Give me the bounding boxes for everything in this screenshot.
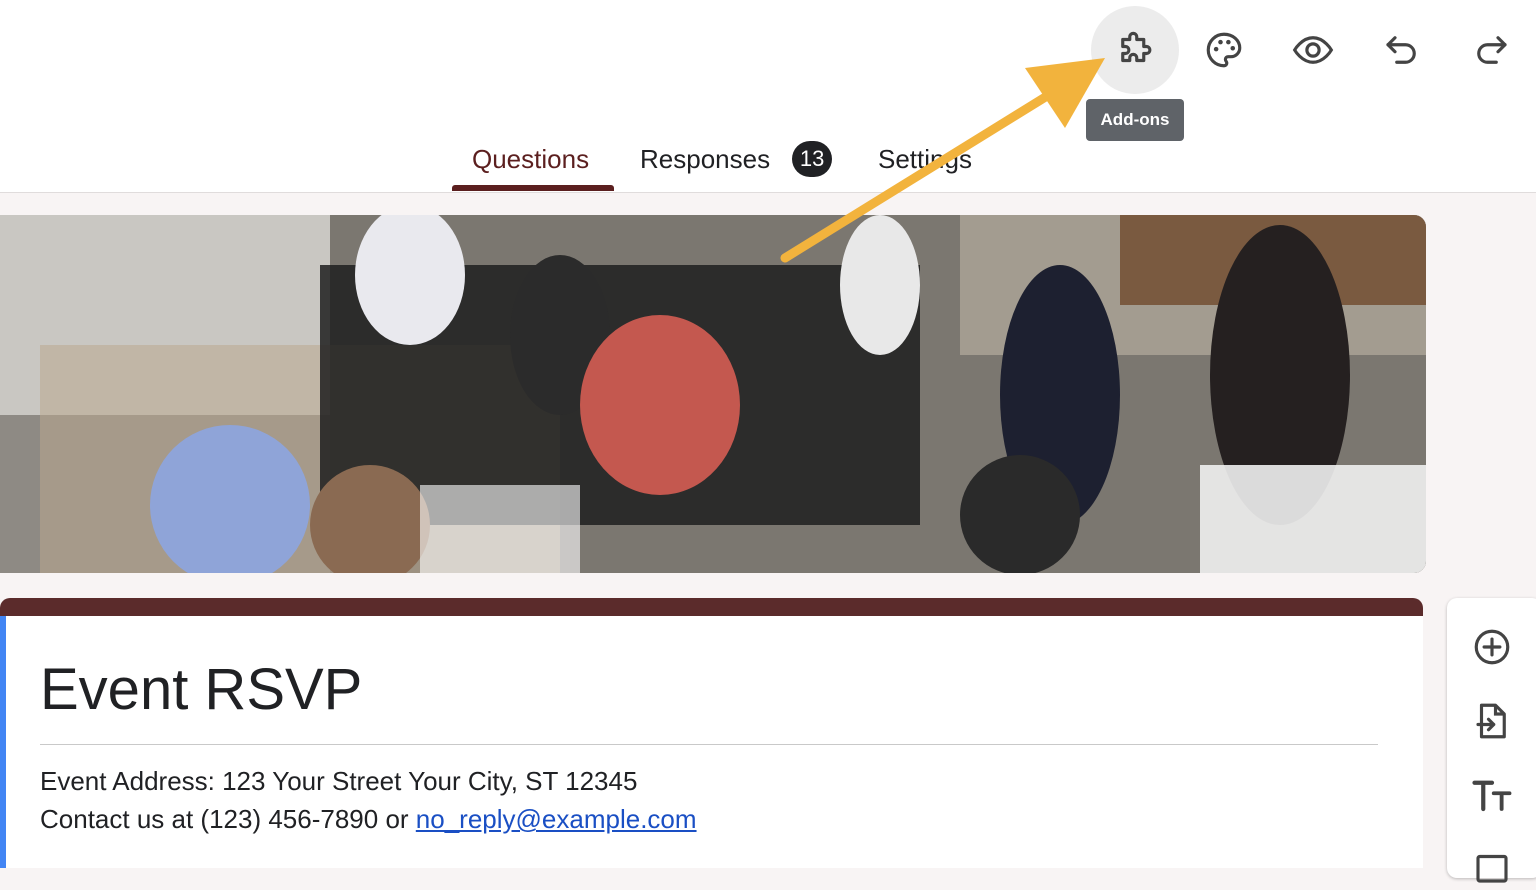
palette-icon xyxy=(1206,32,1242,68)
tab-responses[interactable]: Responses 13 xyxy=(640,128,833,190)
addons-button[interactable] xyxy=(1091,6,1179,94)
import-questions-icon xyxy=(1476,703,1506,739)
add-question-button[interactable] xyxy=(1469,624,1515,670)
form-title[interactable]: Event RSVP xyxy=(40,656,362,723)
tab-settings-label: Settings xyxy=(878,143,972,174)
form-tabs: Questions Responses 13 Settings xyxy=(0,128,1536,192)
addons-tooltip: Add-ons xyxy=(1086,99,1184,141)
email-link[interactable]: no_reply@example.com xyxy=(416,804,697,834)
top-bar: Questions Responses 13 Settings xyxy=(0,0,1536,193)
header-image xyxy=(0,215,1426,573)
form-description-line2[interactable]: Contact us at (123) 456-7890 or no_reply… xyxy=(40,804,697,835)
puzzle-icon xyxy=(1121,31,1152,63)
party-photo xyxy=(0,215,1426,573)
import-questions-button[interactable] xyxy=(1469,698,1515,744)
undo-button[interactable] xyxy=(1358,6,1446,94)
form-description-line1[interactable]: Event Address: 123 Your Street Your City… xyxy=(40,766,637,797)
add-title-icon xyxy=(1472,780,1512,812)
add-question-icon xyxy=(1474,629,1510,665)
contact-text: Contact us at (123) 456-7890 or xyxy=(40,804,409,834)
customize-theme-button[interactable] xyxy=(1180,6,1268,94)
card-focus-bar xyxy=(0,616,6,868)
card-accent-strip xyxy=(0,598,1423,616)
tab-questions-label: Questions xyxy=(472,143,590,174)
add-title-button[interactable] xyxy=(1469,772,1515,818)
eye-icon xyxy=(1292,36,1334,64)
redo-button[interactable] xyxy=(1447,6,1535,94)
tab-settings[interactable]: Settings xyxy=(878,128,972,190)
tab-questions[interactable]: Questions xyxy=(472,128,589,190)
title-divider xyxy=(40,744,1378,745)
preview-button[interactable] xyxy=(1269,6,1357,94)
add-image-icon xyxy=(1476,854,1508,883)
tab-responses-label: Responses xyxy=(640,143,771,174)
add-image-button[interactable] xyxy=(1469,844,1515,890)
undo-icon xyxy=(1386,36,1416,64)
redo-icon xyxy=(1477,36,1507,64)
selected-tab-indicator xyxy=(452,185,614,191)
responses-count-badge: 13 xyxy=(792,141,833,177)
side-toolbar xyxy=(1447,598,1536,883)
form-header-card: Event RSVP Event Address: 123 Your Stree… xyxy=(0,598,1423,868)
